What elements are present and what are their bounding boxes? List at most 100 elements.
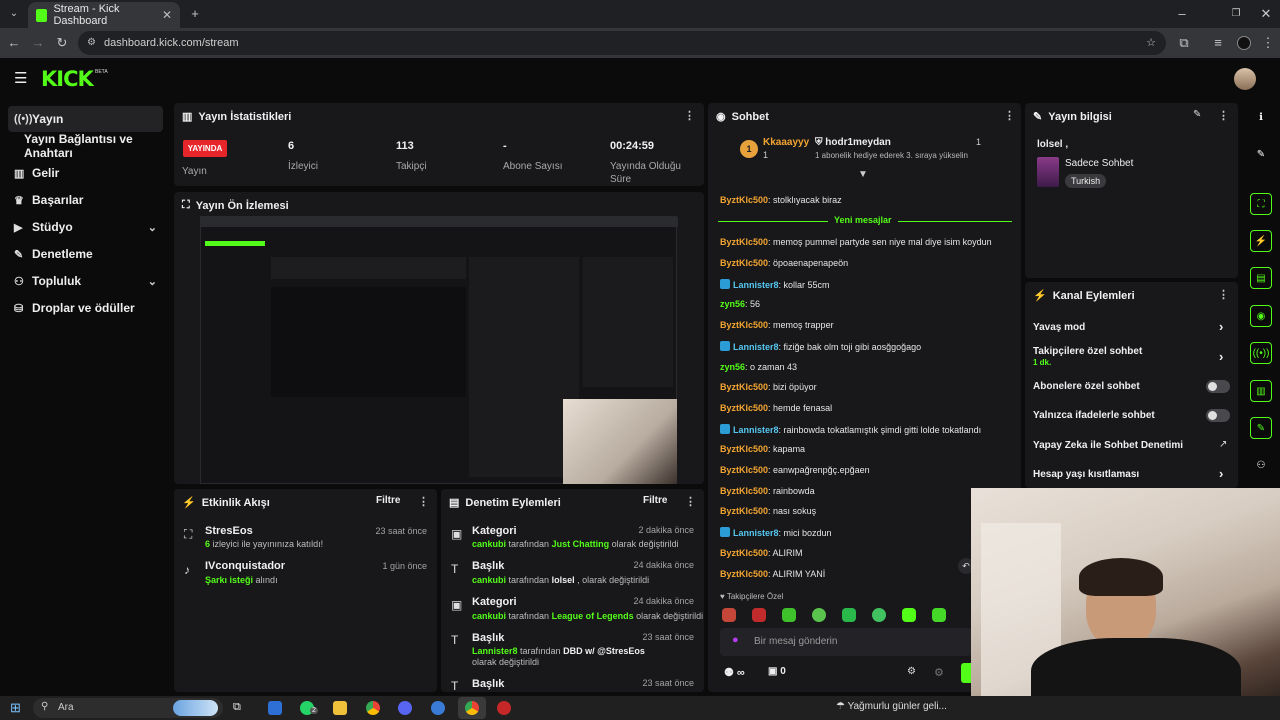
broadcast-rail-icon[interactable]: ((•))	[1250, 342, 1272, 364]
chat-username[interactable]: ByztKlc500	[720, 258, 768, 268]
user-avatar[interactable]	[1234, 68, 1256, 90]
leaderboard-name[interactable]: Kkaaayyy	[763, 137, 809, 148]
chat-settings-icon[interactable]: ⚙	[907, 666, 916, 677]
chat-username[interactable]: zyn56	[720, 362, 745, 372]
sidebar-item-topluluk[interactable]: ⚇ Topluluk ⌄	[8, 268, 163, 294]
chat-message[interactable]: ByztKlc500: memoş pummel partyde sen niy…	[720, 237, 992, 247]
chat-username[interactable]: ByztKlc500	[720, 569, 768, 579]
moderation-menu-icon[interactable]: ⋮	[685, 495, 696, 508]
close-tab-icon[interactable]: ✕	[162, 8, 172, 22]
tab-list-icon[interactable]: ⌄	[4, 0, 24, 29]
preview-video[interactable]	[200, 216, 678, 484]
stream-info-menu-icon[interactable]: ⋮	[1218, 109, 1229, 122]
taskbar-search[interactable]: ⚲ Ara	[33, 698, 223, 718]
chat-message[interactable]: zyn56: o zaman 43	[720, 362, 797, 372]
chat-username[interactable]: ByztKlc500	[720, 320, 768, 330]
file-explorer-icon[interactable]	[333, 701, 347, 715]
minimize-icon[interactable]: –	[1172, 0, 1192, 29]
chat-message[interactable]: ByztKlc500: öpoaenapenapeön	[720, 258, 848, 268]
emote-grin[interactable]	[842, 608, 856, 622]
emote-devil[interactable]	[752, 608, 766, 622]
chrome-menu-icon[interactable]: ⋮	[1258, 28, 1278, 58]
new-tab-icon[interactable]: +	[185, 0, 205, 29]
document-rail-icon[interactable]: ▥	[1250, 380, 1272, 402]
address-bar[interactable]: ⚙ dashboard.kick.com/stream ☆	[78, 31, 1166, 55]
media-icon[interactable]: ≡	[1208, 28, 1228, 58]
chat-message[interactable]: zyn56: 56	[720, 299, 760, 309]
wrench-rail-icon[interactable]: ✎	[1250, 417, 1272, 439]
chevron-right-icon[interactable]: ›	[1219, 466, 1223, 481]
ai-mod-row[interactable]: Yapay Zeka ile Sohbet Denetimi	[1033, 440, 1183, 451]
app2-icon[interactable]	[431, 701, 445, 715]
chat-username[interactable]: ByztKlc500	[720, 506, 768, 516]
bolt-rail-icon[interactable]: ⚡	[1250, 230, 1272, 252]
chat-message[interactable]: ByztKlc500: eanwpağrenpğç.epğaen	[720, 465, 870, 475]
forward-icon[interactable]: →	[28, 28, 48, 58]
profile-icon[interactable]	[1237, 36, 1251, 50]
emote-hat[interactable]	[782, 608, 796, 622]
active-chrome-tile[interactable]	[458, 697, 486, 719]
stats-menu-icon[interactable]: ⋮	[684, 109, 695, 122]
windows-start-icon[interactable]: ⊞	[10, 700, 21, 716]
sidebar-item-basarilar[interactable]: ♛ Başarılar	[8, 187, 163, 213]
chat-username[interactable]: ByztKlc500	[720, 195, 768, 205]
chat-message[interactable]: ByztKlc500: nası sokuş	[720, 506, 816, 516]
followers-chat-row[interactable]: Takipçilere özel sohbet	[1033, 346, 1142, 357]
chat-message[interactable]: ByztKlc500: kapama	[720, 444, 805, 454]
sidebar-item-droplar[interactable]: ⛁ Droplar ve ödüller	[8, 295, 163, 321]
kick-logo[interactable]: KICK	[41, 67, 94, 91]
chat-tools-icon[interactable]: ⚙	[934, 666, 944, 679]
chat-message[interactable]: ByztKlc500: hemde fenasal	[720, 403, 832, 413]
age-restrict-row[interactable]: Hesap yaşı kısıtlaması	[1033, 469, 1139, 480]
bookmark-star-icon[interactable]: ☆	[1146, 31, 1156, 55]
close-window-icon[interactable]: ✕	[1256, 0, 1276, 29]
collapse-icon[interactable]: ▼	[858, 169, 868, 180]
chrome-icon[interactable]	[366, 701, 380, 715]
weather-widget[interactable]: ☂ Yağmurlu günler geli...	[836, 701, 947, 712]
chat-username[interactable]: ByztKlc500	[720, 444, 768, 454]
mic-icon[interactable]: ●	[732, 634, 739, 646]
chat-username[interactable]: ByztKlc500	[720, 548, 768, 558]
sidebar-item-stream-key[interactable]: Yayın Bağlantısı ve Anahtarı	[8, 132, 173, 160]
chevron-right-icon[interactable]: ›	[1219, 319, 1223, 334]
chat-message[interactable]: Lannister8: mici bozdun	[720, 527, 832, 538]
activity-menu-icon[interactable]: ⋮	[418, 495, 429, 508]
fullscreen-icon[interactable]: ⛶	[1250, 193, 1272, 215]
obs-icon[interactable]	[497, 701, 511, 715]
external-link-icon[interactable]: ↗	[1219, 439, 1227, 450]
gifter-name[interactable]: ⛨ hodr1meydan	[815, 137, 891, 148]
chat-username[interactable]: ByztKlc500	[720, 382, 768, 392]
slow-mode-row[interactable]: Yavaş mod	[1033, 322, 1085, 333]
chat-message[interactable]: Lannister8: rainbowda tokatlamıştık şimd…	[720, 424, 981, 435]
sidebar-item-yayin[interactable]: ((•)) Yayın	[8, 106, 163, 132]
moderation-filter-button[interactable]: Filtre	[643, 495, 667, 506]
chat-username[interactable]: Lannister8	[733, 528, 779, 538]
chat-username[interactable]: ByztKlc500	[720, 465, 768, 475]
subs-chat-toggle[interactable]	[1206, 380, 1230, 393]
chat-username[interactable]: Lannister8	[733, 280, 779, 290]
info-icon[interactable]: ℹ	[1250, 107, 1272, 129]
back-icon[interactable]: ←	[4, 28, 24, 58]
emote-spin[interactable]	[872, 608, 886, 622]
chat-rail-icon[interactable]: ◉	[1250, 305, 1272, 327]
chevron-right-icon[interactable]: ›	[1219, 349, 1223, 364]
activity-filter-button[interactable]: Filtre	[376, 495, 400, 506]
pen-icon[interactable]: ✎	[1250, 144, 1272, 166]
chat-message[interactable]: Lannister8: fiziğe bak olm toji gibi aos…	[720, 341, 921, 352]
app-icon[interactable]	[268, 701, 282, 715]
chat-message[interactable]: ByztKlc500: ALIRIM YANİ	[720, 569, 825, 579]
discord-icon[interactable]	[398, 701, 412, 715]
sidebar-item-studyo[interactable]: ▶ Stüdyo ⌄	[8, 214, 163, 240]
chat-username[interactable]: Lannister8	[733, 425, 779, 435]
chat-username[interactable]: ByztKlc500	[720, 486, 768, 496]
chat-message[interactable]: ByztKlc500: bizi öpüyor	[720, 382, 817, 392]
reload-icon[interactable]: ↻	[52, 28, 72, 58]
chat-input[interactable]: ● Bir mesaj gönderin	[720, 628, 972, 656]
notes-icon[interactable]: ▤	[1250, 267, 1272, 289]
edit-icon[interactable]: ✎	[1193, 109, 1201, 120]
emote-angry[interactable]	[722, 608, 736, 622]
site-info-icon[interactable]: ⚙	[87, 31, 96, 55]
hamburger-menu-icon[interactable]: ☰	[14, 69, 27, 87]
task-view-icon[interactable]: ⧉	[233, 701, 241, 714]
chat-username[interactable]: ByztKlc500	[720, 237, 768, 247]
